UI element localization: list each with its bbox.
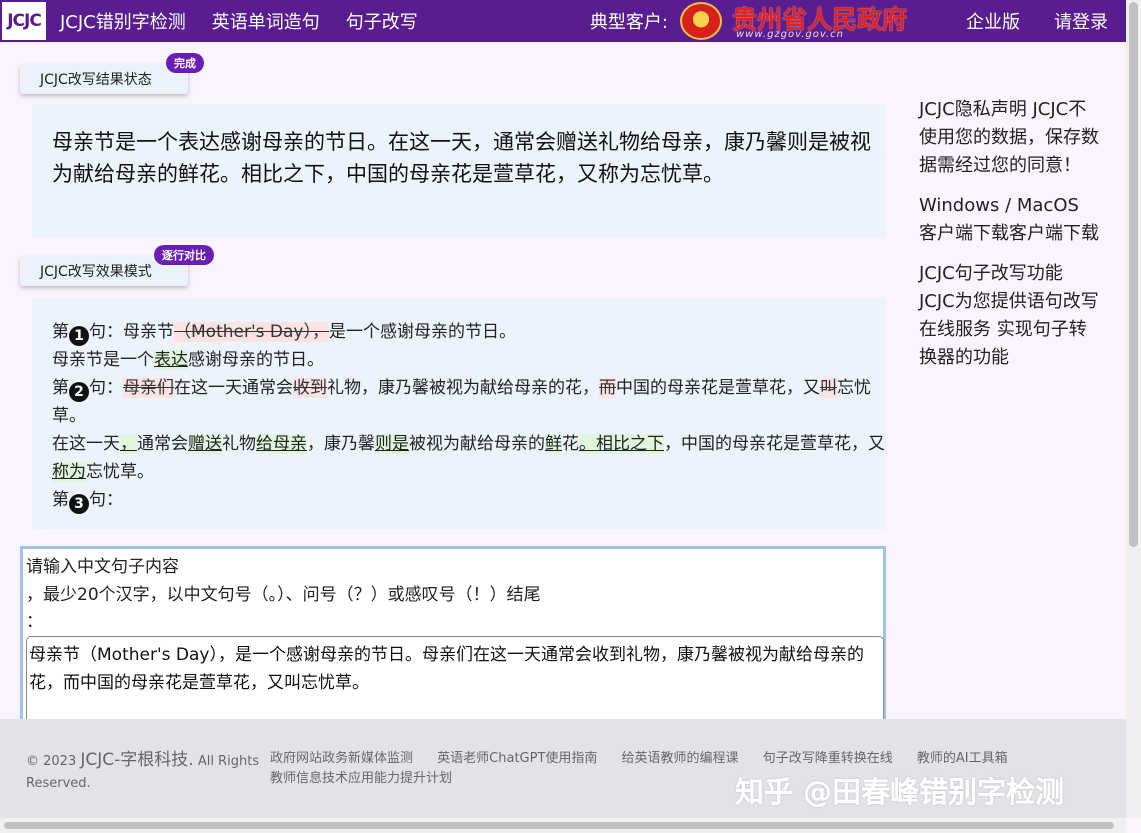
national-emblem-icon: [680, 2, 722, 40]
number-2-icon: 2: [69, 382, 89, 402]
footer-link-it-ability[interactable]: 教师信息技术应用能力提升计划: [270, 771, 452, 786]
client-logo[interactable]: 贵州省人民政府 www.gzgov.gov.cn: [732, 0, 946, 42]
input-section: 请输入中文句子内容 ，最少20个汉字，以中文句号（。）、问号（？）或感叹号（！）…: [20, 546, 886, 736]
inserted-text: 鲜: [545, 434, 562, 454]
input-prompt-line1: 请输入中文句子内容: [26, 557, 179, 577]
inserted-text: 表达: [154, 350, 188, 370]
client-url: www.gzgov.gov.cn: [736, 29, 845, 40]
vertical-scrollbar[interactable]: [1126, 0, 1141, 818]
login-link[interactable]: 请登录: [1054, 8, 1108, 34]
enterprise-link[interactable]: 企业版: [966, 8, 1020, 34]
nav-link-typo-check[interactable]: JCJC错别字检测: [60, 8, 186, 34]
footer: © 2023 JCJC-字根科技. All Rights Reserved. 政…: [0, 719, 1126, 818]
footer-link-rewrite[interactable]: 句子改写降重转换在线: [763, 751, 893, 766]
sidebar: JCJC隐私声明 JCJC不使用您的数据，保存数据需经过您的同意！ Window…: [919, 96, 1099, 384]
feature-description[interactable]: JCJC句子改写功能 JCJC为您提供语句改写在线服务 实现句子转换器的功能: [919, 260, 1099, 372]
input-prompt-line2: ，最少20个汉字，以中文句号（。）、问号（？）或感叹号（！）结尾: [26, 585, 541, 605]
watermark: 知乎 @田春峰错别字检测: [735, 775, 1065, 809]
mode-badge[interactable]: 逐行对比: [154, 245, 214, 265]
result-status-label: JCJC改写结果状态: [20, 64, 188, 94]
deleted-text: 母亲们: [123, 378, 174, 398]
inserted-text: 则是: [375, 434, 409, 454]
compare-panel: 第 1 句：母亲节（Mother's Day），是一个感谢母亲的节日。 母亲节是一个…: [32, 298, 886, 530]
scrollbar-thumb[interactable]: [4, 822, 1114, 829]
deleted-text: 而: [599, 378, 616, 398]
footer-link-gov-media[interactable]: 政府网站政务新媒体监测: [270, 751, 413, 766]
site-logo[interactable]: JCJC: [0, 0, 48, 42]
result-status-text: JCJC改写结果状态: [40, 72, 152, 88]
number-1-icon: 1: [69, 326, 89, 346]
footer-link-ai-tools[interactable]: 教师的AI工具箱: [917, 751, 1008, 766]
scrollbar-thumb[interactable]: [1129, 2, 1138, 547]
compare-line-original-2: 第 2 句：母亲们在这一天通常会收到礼物，康乃馨被视为献给母亲的花，而中国的母亲花是…: [52, 378, 871, 426]
privacy-statement[interactable]: JCJC隐私声明 JCJC不使用您的数据，保存数据需经过您的同意！: [919, 96, 1099, 180]
inserted-text: ，: [120, 434, 137, 454]
inserted-text: 称为: [52, 462, 86, 482]
horizontal-scrollbar[interactable]: [0, 818, 1126, 833]
footer-link-chatgpt-guide[interactable]: 英语老师ChatGPT使用指南: [437, 751, 597, 766]
number-3-icon: 3: [69, 494, 89, 514]
input-prompt-line3: ：: [26, 612, 43, 632]
result-text: 母亲节是一个表达感谢母亲的节日。在这一天，通常会赠送礼物给母亲，康乃馨则是被视为…: [52, 130, 871, 186]
compare-line-rewrite-1: 母亲节是一个表达感谢母亲的节日。: [52, 350, 324, 370]
copyright: © 2023 JCJC-字根科技. All Rights Reserved.: [26, 750, 260, 791]
footer-link-programming[interactable]: 给英语教师的编程课: [622, 751, 739, 766]
inserted-text: 赠送: [188, 434, 222, 454]
client-label: 典型客户:: [589, 12, 668, 33]
inserted-text: 给母亲: [256, 434, 307, 454]
company-name[interactable]: JCJC-字根科技.: [80, 750, 193, 770]
effect-mode-text: JCJC改写效果模式: [40, 264, 152, 280]
result-panel: 母亲节是一个表达感谢母亲的节日。在这一天，通常会赠送礼物给母亲，康乃馨则是被视为…: [32, 104, 886, 238]
compare-line-original-3: 第 3 句：: [52, 490, 123, 514]
status-badge: 完成: [166, 53, 204, 73]
deleted-text: 叫: [820, 378, 837, 398]
compare-content: 第 1 句：母亲节（Mother's Day），是一个感谢母亲的节日。 母亲节是一个…: [32, 298, 886, 514]
nav-link-sentence-rewrite[interactable]: 句子改写: [346, 8, 418, 34]
deleted-text: （Mother's Day），: [174, 322, 329, 342]
compare-line-rewrite-2: 在这一天，通常会赠送礼物给母亲，康乃馨则是被视为献给母亲的鲜花。相比之下，中国的…: [52, 434, 885, 482]
inserted-text: 。相比之下: [579, 434, 664, 454]
compare-line-original-1: 第 1 句：母亲节（Mother's Day），是一个感谢母亲的节日。: [52, 322, 516, 346]
nav-link-english-sentence[interactable]: 英语单词造句: [212, 8, 320, 34]
deleted-text: 收到: [293, 378, 327, 398]
top-nav: JCJC JCJC错别字检测 英语单词造句 句子改写 典型客户: 贵州省人民政府…: [0, 0, 1126, 42]
nav-right: 典型客户: 贵州省人民政府 www.gzgov.gov.cn 企业版 请登录: [590, 0, 1126, 42]
client-download-link[interactable]: Windows / MacOS 客户端下载客户端下载: [919, 192, 1099, 248]
